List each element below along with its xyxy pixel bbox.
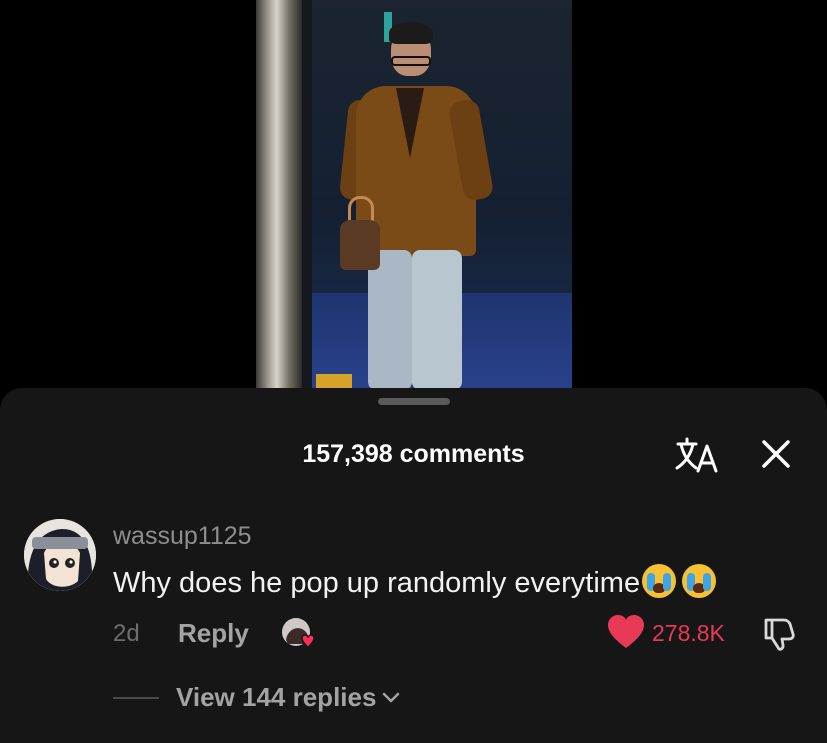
comment-timestamp: 2d [113,620,140,647]
close-icon[interactable] [754,436,798,476]
comment-text: Why does he pop up randomly everytime [113,564,717,600]
video-frame[interactable] [256,0,572,388]
thumbs-down-icon[interactable] [760,614,798,652]
drag-handle[interactable] [378,398,450,405]
comment-username[interactable]: wassup1125 [113,522,252,551]
reply-button[interactable]: Reply [178,618,249,649]
replies-divider [113,697,159,699]
view-replies-label: View 144 replies [176,682,377,712]
translate-icon[interactable] [674,436,720,476]
creator-liked-avatar-icon [282,618,315,649]
comments-sheet: 157,398 comments wassup1125 Why does he … [0,388,827,743]
like-count: 278.8K [652,620,725,646]
handbag [340,220,380,270]
view-replies-button[interactable]: View 144 replies [176,682,400,713]
person-leg-left [368,250,412,388]
person-leg-right [412,250,462,388]
door-frame [256,0,302,388]
person-hair [389,22,433,44]
heart-icon[interactable] [606,614,646,650]
person-glasses [391,56,431,66]
commenter-avatar[interactable] [24,519,96,591]
floor-marking [316,374,352,388]
comment-body: Why does he pop up randomly everytime [113,567,641,599]
anime-avatar-image [24,519,96,591]
crying-emoji-icon [682,564,717,598]
door-edge [302,0,312,388]
chevron-down-icon [383,692,400,702]
crying-emoji-icon [642,564,677,598]
